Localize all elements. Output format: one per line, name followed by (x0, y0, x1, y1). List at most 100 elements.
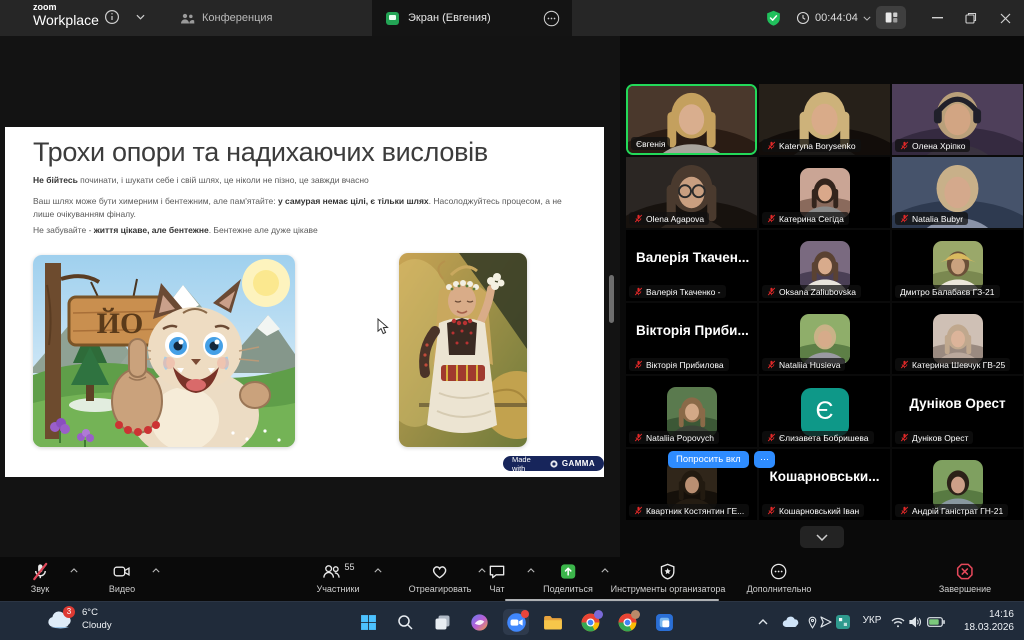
start-button[interactable] (355, 609, 381, 635)
ellipsis-circle-icon (769, 562, 789, 581)
participant-tile-2[interactable]: Kateryna Borysenko (759, 84, 890, 155)
gamma-logo-icon (550, 460, 558, 468)
video-options-caret[interactable] (152, 568, 160, 573)
participant-tile-6[interactable]: Natalia Bubyr (892, 157, 1023, 228)
participant-name-text: Olena Agapova (646, 214, 704, 224)
file-explorer-icon[interactable] (540, 609, 566, 635)
weather-widget[interactable]: 3 6°C Cloudy (46, 607, 112, 633)
minimize-button[interactable] (922, 0, 952, 36)
participant-tile-5[interactable]: Катерина Сегіда (759, 157, 890, 228)
participants-button[interactable]: 55 Участники (317, 562, 360, 594)
speaker-icon[interactable] (906, 609, 924, 635)
host-tools-button[interactable]: Инструменты организатора (611, 562, 726, 594)
participant-name-text: Андрій Ганістрат ГН-21 (912, 506, 1003, 516)
participant-name-label: Катерина Сегіда (762, 212, 849, 225)
task-view-icon[interactable] (429, 609, 455, 635)
more-button[interactable]: Дополнительно (747, 562, 812, 594)
participant-name-text: Вікторія Прибилова (646, 360, 724, 370)
muted-mic-icon (767, 141, 776, 150)
view-layout-button[interactable] (876, 6, 906, 29)
meeting-timer[interactable]: 00:44:04 (796, 0, 871, 36)
chat-options-caret[interactable] (527, 568, 535, 573)
muted-mic-icon (767, 506, 776, 515)
tab-screen-share[interactable]: Экран (Евгения) (372, 0, 572, 36)
participant-tile-3[interactable]: Олена Хріпко (892, 84, 1023, 155)
restore-button[interactable] (956, 0, 986, 36)
tab-options-icon[interactable] (543, 10, 560, 27)
layout-grid-icon (883, 10, 900, 25)
weather-condition: Cloudy (82, 620, 112, 633)
participant-name-text: Кошарновський Іван (779, 506, 859, 516)
battery-icon[interactable] (925, 609, 947, 635)
participant-tile-4[interactable]: Olena Agapova (626, 157, 757, 228)
audio-button[interactable]: Звук (31, 562, 50, 594)
ask-to-unmute-more-button[interactable]: ⋯ (754, 451, 775, 468)
participant-name-text: Квартник Костянтин ГЕ... (646, 506, 744, 516)
chrome-icon-profile1[interactable] (577, 609, 603, 635)
participant-name-label: Кошарновський Іван (762, 504, 864, 517)
participant-tile-16[interactable]: Попросить вкл⋯Квартник Костянтин ГЕ... (626, 449, 757, 520)
chat-button[interactable]: Чат (487, 562, 507, 594)
participant-name-text: Євгенія (636, 139, 665, 149)
participant-name-text: Валерія Ткаченко - (646, 287, 721, 297)
participant-tile-7[interactable]: Валерія Ткачен...Валерія Ткаченко - (626, 230, 757, 301)
participant-name-label: Nataliia Popovych (629, 431, 719, 444)
participant-tile-13[interactable]: Nataliia Popovych (626, 376, 757, 447)
participant-tile-9[interactable]: Дмитро Балабаєв ГЗ-21 (892, 230, 1023, 301)
blue-app-icon[interactable] (651, 609, 677, 635)
share-options-caret[interactable] (601, 568, 609, 573)
participant-tile-1[interactable]: Євгенія (626, 84, 757, 155)
participant-name-text: Дуніков Орест (912, 433, 968, 443)
react-label: Отреагировать (409, 584, 472, 594)
security-shield-icon[interactable] (765, 9, 782, 27)
participant-tile-14[interactable]: ЄЄлизавета Бобришева (759, 376, 890, 447)
slide-paragraph-1: Не бійтесь починати, і шукати себе і сві… (33, 174, 585, 187)
chevron-down-icon[interactable] (136, 14, 145, 20)
participants-options-caret[interactable] (374, 568, 382, 573)
woman-photo (399, 253, 527, 447)
participant-name-label: Olena Agapova (629, 212, 709, 225)
send-arrow-icon[interactable] (819, 609, 833, 635)
muted-mic-icon (767, 287, 776, 296)
end-meeting-button[interactable]: Завершение (939, 562, 991, 594)
participant-tile-10[interactable]: Вікторія Приби... Вікторія Прибилова (626, 303, 757, 374)
participant-big-name: Вікторія Приби... (632, 303, 751, 358)
ask-to-unmute-button[interactable]: Попросить вкл (668, 451, 749, 468)
wifi-icon[interactable] (889, 609, 907, 635)
react-button[interactable]: Отреагировать (409, 562, 472, 594)
close-button[interactable] (990, 0, 1020, 36)
participant-tile-8[interactable]: Oksana Zaliubovska (759, 230, 890, 301)
participants-count: 55 (344, 562, 354, 572)
audio-label: Звук (31, 584, 49, 594)
more-participants-button[interactable] (800, 526, 844, 548)
location-pin-icon[interactable] (805, 609, 819, 635)
react-options-caret[interactable] (478, 568, 486, 573)
participant-tile-11[interactable]: Nataliia Husieva (759, 303, 890, 374)
keyboard-language[interactable]: УКР (863, 615, 882, 626)
end-call-icon (955, 562, 975, 581)
zoom-app-icon[interactable] (503, 609, 529, 635)
participant-tile-17[interactable]: Кошарновськи...Кошарновський Іван (759, 449, 890, 520)
clock-widget[interactable]: 14:16 18.03.2026 (964, 608, 1014, 634)
participant-tile-18[interactable]: Андрій Ганістрат ГН-21 (892, 449, 1023, 520)
chrome-icon-profile2[interactable] (614, 609, 640, 635)
screen-capture-icon[interactable] (833, 609, 853, 635)
tray-chevron-up-icon[interactable] (754, 609, 772, 635)
muted-mic-icon (767, 360, 776, 369)
mouse-cursor (377, 318, 389, 335)
participant-name-text: Дмитро Балабаєв ГЗ-21 (900, 287, 995, 297)
slide-paragraph-3: Не забувайте - життя цікаве, але бентежн… (33, 224, 585, 237)
onedrive-icon[interactable] (780, 609, 800, 635)
tab-meeting[interactable]: Конференция (170, 0, 282, 36)
share-screen-button[interactable]: Поделиться (543, 562, 593, 594)
muted-mic-icon (767, 433, 776, 442)
scrollbar-thumb[interactable] (609, 275, 614, 323)
search-icon[interactable] (392, 609, 418, 635)
participant-tile-15[interactable]: Дуніков ОрестДуніков Орест (892, 376, 1023, 447)
participant-tile-12[interactable]: Катерина Шевчук ГВ-25 (892, 303, 1023, 374)
video-button[interactable]: Видео (109, 562, 135, 594)
info-icon[interactable] (104, 9, 120, 25)
copilot-icon[interactable] (466, 609, 492, 635)
audio-options-caret[interactable] (70, 568, 78, 573)
participant-name-text: Nataliia Popovych (646, 433, 714, 443)
